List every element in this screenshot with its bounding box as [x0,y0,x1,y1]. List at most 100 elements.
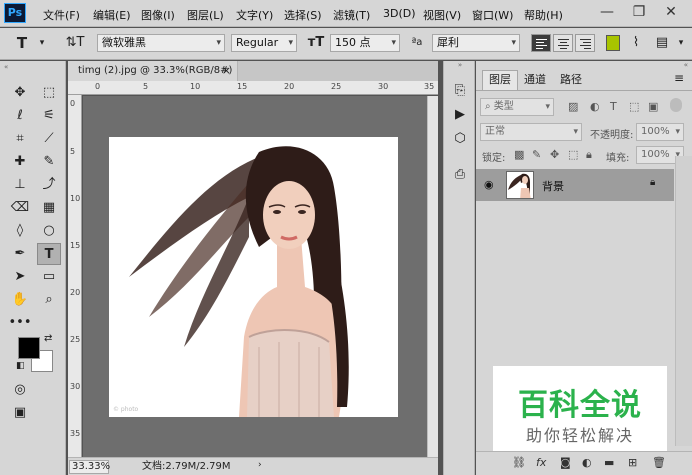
gradient-tool-icon[interactable]: ▦ [37,197,61,219]
3d-panel-icon[interactable]: ⬡ [449,129,471,149]
eye-icon[interactable]: ◉ [484,178,494,191]
horizontal-ruler[interactable]: 0 5 10 15 20 25 30 35 [68,81,438,95]
vertical-ruler[interactable]: 0 5 10 15 20 25 30 35 [68,95,82,457]
menu-image[interactable]: 图像(I) [141,7,175,23]
panel-menu-icon[interactable]: ≡ [674,71,684,85]
tab-strip [238,61,438,81]
close-window-button[interactable]: ✕ [660,2,682,22]
layer-row[interactable]: ◉ 背景 🔒︎ [476,169,674,201]
group-icon[interactable]: ▬ [604,456,614,469]
clone-stamp-tool-icon[interactable]: ⊥ [8,174,32,196]
ruler-tick-label: 30 [70,382,81,391]
zoom-tool-icon[interactable]: ⌕ [37,289,61,311]
lock-pixels-icon[interactable]: ✎ [532,148,541,161]
link-icon[interactable]: ⛓ [512,456,526,469]
type-tool-icon[interactable]: T [37,243,61,265]
align-right-button[interactable] [575,34,595,52]
quick-selection-tool-icon[interactable]: ⚟ [37,105,61,127]
default-colors-icon[interactable]: ◧ [16,361,25,371]
more-tools-icon[interactable]: ••• [8,312,32,334]
character-panel-icon[interactable]: ▤ [652,34,672,52]
lasso-tool-icon[interactable]: ℓ [8,105,32,127]
menu-file[interactable]: 文件(F) [43,7,80,23]
tab-paths[interactable]: 路径 [554,71,588,91]
swap-colors-icon[interactable]: ⇄ [44,333,52,344]
close-tab-icon[interactable]: × [222,61,231,81]
new-layer-icon[interactable]: ⊞ [628,456,637,469]
align-center-button[interactable] [553,34,573,52]
status-menu-arrow-icon[interactable]: › [258,460,262,470]
menu-help[interactable]: 帮助(H) [524,7,563,23]
healing-brush-tool-icon[interactable]: ✚ [8,151,32,173]
ruler-tick-label: 35 [424,82,435,91]
menu-view[interactable]: 视图(V) [423,7,461,23]
menu-3d[interactable]: 3D(D) [383,7,416,20]
filter-toggle[interactable] [670,98,682,112]
align-left-button[interactable] [531,34,551,52]
screen-mode-icon[interactable]: ▣ [8,402,32,424]
rectangle-tool-icon[interactable]: ▭ [37,266,61,288]
tab-channels[interactable]: 通道 [518,71,552,91]
smart-object-filter-icon[interactable]: ▣ [648,100,658,113]
layer-kind-filter[interactable]: ⌕ 类型 ▾ [480,98,554,116]
lock-artboard-icon[interactable]: ⬚ [568,148,578,161]
history-brush-tool-icon[interactable]: ⤴ [37,174,61,196]
pen-tool-icon[interactable]: ✒ [8,243,32,265]
shape-filter-icon[interactable]: ⬚ [629,100,639,113]
adjustment-icon[interactable]: ◐ [582,456,592,469]
lock-position-icon[interactable]: ✥ [550,148,559,161]
minimize-button[interactable]: — [596,2,618,22]
lock-transparent-icon[interactable]: ▩ [514,148,524,161]
panel-chevron-icon[interactable]: ▾ [676,34,686,52]
marquee-tool-icon[interactable]: ⬚ [37,82,61,104]
watermark-subtitle: 助你轻松解决 [525,426,634,445]
dodge-tool-icon[interactable]: ○ [37,220,61,242]
warp-text-icon[interactable]: ⌇ [628,34,644,52]
blend-mode-select[interactable]: 正常 ▾ [480,123,582,141]
dock-collapse-icon[interactable]: » [446,61,474,71]
menu-type[interactable]: 文字(Y) [236,7,273,23]
eyedropper-tool-icon[interactable]: ⟋ [37,128,61,150]
move-tool-icon[interactable]: ✥ [8,82,32,104]
properties-panel-icon[interactable]: ⎙ [449,165,471,185]
blur-tool-icon[interactable]: ◊ [8,220,32,242]
actions-panel-icon[interactable]: ▶ [449,105,471,125]
preset-chevron-icon[interactable]: ▾ [38,34,46,52]
layers-scrollbar[interactable] [675,156,692,446]
menu-layer[interactable]: 图层(L) [187,7,224,23]
vertical-scrollbar[interactable] [427,96,438,457]
ruler-tick-label: 0 [70,99,76,108]
adjustment-filter-icon[interactable]: ◐ [590,100,600,113]
font-size-select[interactable]: 150 点 ▾ [330,34,400,52]
text-color-swatch[interactable] [606,35,620,51]
menu-select[interactable]: 选择(S) [284,7,322,23]
menu-filter[interactable]: 滤镜(T) [333,7,370,23]
font-style-select[interactable]: Regular ▾ [231,34,297,52]
restore-button[interactable]: ❐ [628,2,650,22]
type-tool-preset-icon[interactable]: T [8,34,36,52]
eraser-tool-icon[interactable]: ⌫ [8,197,32,219]
document-image[interactable]: © photo [109,137,398,417]
menu-edit[interactable]: 编辑(E) [93,7,131,23]
path-selection-tool-icon[interactable]: ➤ [8,266,32,288]
pixel-filter-icon[interactable]: ▨ [568,100,578,113]
document-tab[interactable]: timg (2).jpg @ 33.3%(RGB/8#) × [68,61,238,81]
hand-tool-icon[interactable]: ✋ [8,289,32,311]
quick-mask-icon[interactable]: ◎ [8,379,32,401]
anti-alias-select[interactable]: 犀利 ▾ [432,34,520,52]
menu-window[interactable]: 窗口(W) [472,7,513,23]
toggle-text-orientation-icon[interactable]: ⇅T [64,34,86,52]
font-family-select[interactable]: 微软雅黑 ▾ [97,34,225,52]
lock-all-icon[interactable]: 🔒︎ [586,148,592,162]
type-filter-icon[interactable]: T [610,100,617,113]
tools-collapse-icon[interactable]: « [4,63,62,71]
opacity-field[interactable]: 100% ▾ [636,123,684,141]
history-panel-icon[interactable]: ⎘ [449,81,471,101]
zoom-level-field[interactable]: 33.33% [69,460,110,474]
crop-tool-icon[interactable]: ⌗ [8,128,32,150]
fx-icon[interactable]: fx [536,456,546,469]
tab-layers[interactable]: 图层 [482,70,518,90]
mask-icon[interactable]: ◙ [560,456,571,469]
trash-icon[interactable]: 🗑︎ [652,456,666,469]
brush-tool-icon[interactable]: ✎ [37,151,61,173]
